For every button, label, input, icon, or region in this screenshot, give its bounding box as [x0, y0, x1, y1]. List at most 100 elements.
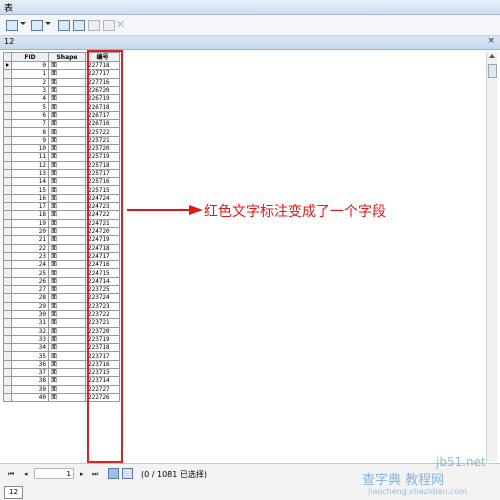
- shape-cell[interactable]: 面: [48, 359, 86, 370]
- code-cell[interactable]: 223724: [85, 293, 120, 303]
- zoom-to-selected-icon[interactable]: [101, 18, 115, 31]
- scroll-up-icon[interactable]: [489, 54, 495, 58]
- table-row[interactable]: 23 面 224717: [3, 251, 120, 262]
- table-row[interactable]: 21 面 224719: [3, 235, 120, 245]
- code-cell[interactable]: 224715: [85, 268, 120, 278]
- row-selector[interactable]: [3, 384, 12, 394]
- fid-cell[interactable]: 14: [11, 177, 49, 187]
- code-cell[interactable]: 223723: [85, 301, 120, 311]
- table-row[interactable]: 11 面 225719: [3, 152, 120, 162]
- row-selector[interactable]: [3, 343, 12, 353]
- close-icon[interactable]: ×: [487, 36, 495, 46]
- row-selector[interactable]: [3, 77, 12, 87]
- fid-cell[interactable]: 24: [11, 260, 49, 270]
- shape-cell[interactable]: 面: [48, 77, 86, 87]
- shape-cell[interactable]: 面: [48, 127, 86, 137]
- shape-cell[interactable]: 面: [48, 218, 86, 228]
- column-header-shape[interactable]: Shape: [48, 52, 86, 62]
- shape-cell[interactable]: 面: [48, 143, 86, 154]
- code-cell[interactable]: 226719: [85, 94, 120, 104]
- column-header-code[interactable]: 编号: [85, 52, 120, 62]
- shape-cell[interactable]: 面: [48, 177, 86, 187]
- table-row[interactable]: 39 面 222727: [3, 384, 120, 394]
- bottom-table-tab[interactable]: 12: [4, 486, 23, 499]
- table-row[interactable]: 6 面 226717: [3, 110, 120, 121]
- table-row[interactable]: 38 面 223714: [3, 376, 120, 386]
- related-tables-dropdown-icon[interactable]: [45, 22, 51, 25]
- select-by-attributes-icon[interactable]: [56, 18, 70, 31]
- code-cell[interactable]: 225717: [85, 168, 120, 179]
- table-row[interactable]: 17 面 224723: [3, 202, 120, 212]
- row-selector[interactable]: [3, 160, 12, 170]
- table-row[interactable]: 28 面 223724: [3, 293, 120, 303]
- shape-cell[interactable]: 面: [48, 243, 86, 253]
- fid-cell[interactable]: 40: [11, 392, 49, 403]
- code-cell[interactable]: 223716: [85, 359, 120, 370]
- shape-cell[interactable]: 面: [48, 185, 86, 195]
- table-row[interactable]: 33 面 223719: [3, 334, 120, 345]
- next-record-button[interactable]: ▸: [80, 470, 84, 478]
- fid-cell[interactable]: 39: [11, 384, 49, 394]
- fid-cell[interactable]: 16: [11, 193, 49, 204]
- shape-cell[interactable]: 面: [48, 376, 86, 386]
- fid-cell[interactable]: 19: [11, 218, 49, 228]
- shape-cell[interactable]: 面: [48, 309, 86, 320]
- table-tab[interactable]: 12: [4, 37, 14, 46]
- code-cell[interactable]: 227716: [85, 77, 120, 87]
- fid-cell[interactable]: 9: [11, 135, 49, 145]
- code-cell[interactable]: 226720: [85, 85, 120, 96]
- fid-cell[interactable]: 0: [11, 60, 49, 71]
- row-selector[interactable]: [3, 301, 12, 311]
- shape-cell[interactable]: 面: [48, 94, 86, 104]
- row-selector[interactable]: [3, 293, 12, 303]
- shape-cell[interactable]: 面: [48, 152, 86, 162]
- related-tables-icon[interactable]: [29, 18, 43, 31]
- shape-cell[interactable]: 面: [48, 343, 86, 353]
- shape-cell[interactable]: 面: [48, 301, 86, 311]
- table-row[interactable]: 26 面 224714: [3, 276, 120, 287]
- code-cell[interactable]: 223714: [85, 376, 120, 386]
- row-selector-header[interactable]: [3, 52, 12, 62]
- row-selector[interactable]: [3, 268, 12, 278]
- row-selector[interactable]: [3, 110, 12, 121]
- code-cell[interactable]: 224714: [85, 276, 120, 287]
- table-row[interactable]: 35 面 223717: [3, 351, 120, 361]
- row-selector[interactable]: [3, 367, 12, 378]
- shape-cell[interactable]: 面: [48, 384, 86, 394]
- code-cell[interactable]: 223718: [85, 343, 120, 353]
- fid-cell[interactable]: 5: [11, 102, 49, 112]
- code-cell[interactable]: 225719: [85, 152, 120, 162]
- table-row[interactable]: 20 面 224720: [3, 226, 120, 237]
- row-selector[interactable]: [3, 359, 12, 370]
- fid-cell[interactable]: 10: [11, 143, 49, 154]
- code-cell[interactable]: 223721: [85, 318, 120, 328]
- row-selector[interactable]: [3, 334, 12, 345]
- fid-cell[interactable]: 6: [11, 110, 49, 121]
- shape-cell[interactable]: 面: [48, 102, 86, 112]
- row-selector[interactable]: [3, 243, 12, 253]
- table-row[interactable]: 30 面 223722: [3, 309, 120, 320]
- row-selector[interactable]: [3, 127, 12, 137]
- fid-cell[interactable]: 18: [11, 210, 49, 220]
- code-cell[interactable]: 223719: [85, 334, 120, 345]
- show-selected-records-button[interactable]: [122, 468, 133, 479]
- table-row[interactable]: 4 面 226719: [3, 94, 120, 104]
- row-selector[interactable]: [3, 218, 12, 228]
- fid-cell[interactable]: 22: [11, 243, 49, 253]
- table-row[interactable]: 19 面 224721: [3, 218, 120, 228]
- row-selector[interactable]: [3, 193, 12, 204]
- table-row[interactable]: 37 面 223715: [3, 367, 120, 378]
- fid-cell[interactable]: 23: [11, 251, 49, 262]
- fid-cell[interactable]: 32: [11, 326, 49, 336]
- code-cell[interactable]: 225716: [85, 177, 120, 187]
- shape-cell[interactable]: 面: [48, 268, 86, 278]
- code-cell[interactable]: 224724: [85, 193, 120, 204]
- table-row[interactable]: 24 面 224716: [3, 260, 120, 270]
- shape-cell[interactable]: 面: [48, 110, 86, 121]
- fid-cell[interactable]: 4: [11, 94, 49, 104]
- code-cell[interactable]: 226718: [85, 102, 120, 112]
- fid-cell[interactable]: 11: [11, 152, 49, 162]
- table-row[interactable]: 7 面 226716: [3, 119, 120, 129]
- row-selector[interactable]: [3, 168, 12, 179]
- table-row[interactable]: 25 面 224715: [3, 268, 120, 278]
